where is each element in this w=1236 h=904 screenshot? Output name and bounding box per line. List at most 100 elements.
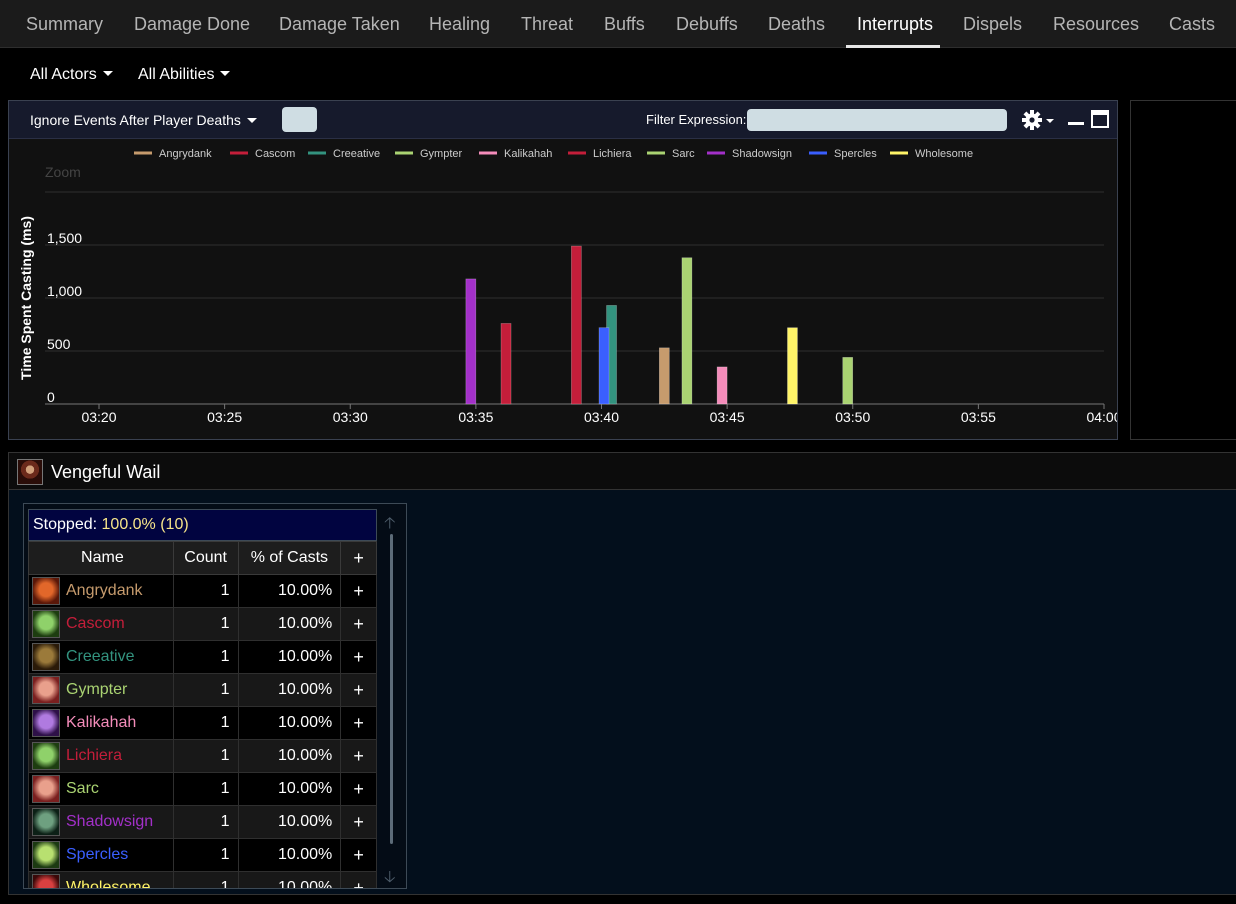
legend-item-gympter[interactable]: Gympter <box>395 148 463 160</box>
arrow-down-icon[interactable]: 🡣 <box>384 866 396 888</box>
cell-name[interactable]: Wholesome <box>28 871 174 888</box>
legend-label: Spercles <box>834 148 877 160</box>
chart-legend: Angrydank Cascom Creeative Gympter Kalikahah… <box>134 148 973 160</box>
tab-damage-taken[interactable]: Damage Taken <box>279 0 400 48</box>
bar-gympter[interactable] <box>681 257 693 405</box>
cell-pct: 10.00% <box>237 739 342 773</box>
table-row[interactable]: Gympter 1 10.00% + <box>28 673 377 707</box>
table-row[interactable]: Spercles 1 10.00% + <box>28 838 377 872</box>
table-row[interactable]: Cascom 1 10.00% + <box>28 607 377 641</box>
table-row[interactable]: Wholesome 1 10.00% + <box>28 871 377 888</box>
table-row[interactable]: Kalikahah 1 10.00% + <box>28 706 377 740</box>
tab-damage-done[interactable]: Damage Done <box>134 0 250 48</box>
expand-row-button[interactable]: + <box>340 871 377 888</box>
tab-healing[interactable]: Healing <box>429 0 490 48</box>
table-scrollbar[interactable]: 🡡 🡣 <box>382 512 402 886</box>
tab-summary[interactable]: Summary <box>26 0 103 48</box>
expand-row-button[interactable]: + <box>340 805 377 839</box>
legend-item-cascom[interactable]: Cascom <box>230 148 295 160</box>
cell-name[interactable]: Cascom <box>28 607 174 641</box>
tab-resources[interactable]: Resources <box>1053 0 1139 48</box>
legend-item-angrydank[interactable]: Angrydank <box>134 148 212 160</box>
report-tabs: Summary Damage Done Damage Taken Healing… <box>0 0 1236 48</box>
bar-sarc[interactable] <box>842 357 854 405</box>
legend-item-wholesome[interactable]: Wholesome <box>890 148 973 160</box>
scroll-thumb[interactable] <box>390 534 393 844</box>
bar-angrydank[interactable] <box>659 347 670 405</box>
actors-dropdown[interactable]: All Actors <box>30 66 113 84</box>
chart-bars <box>465 245 854 405</box>
tab-dispels[interactable]: Dispels <box>963 0 1022 48</box>
tab-casts[interactable]: Casts <box>1169 0 1215 48</box>
table-row[interactable]: Lichiera 1 10.00% + <box>28 739 377 773</box>
column-header-pct[interactable]: % of Casts <box>237 541 342 575</box>
legend-item-kalikahah[interactable]: Kalikahah <box>479 148 552 160</box>
expand-row-button[interactable]: + <box>340 673 377 707</box>
bar-spercles[interactable] <box>598 327 610 405</box>
tab-interrupts[interactable]: Interrupts <box>857 0 933 48</box>
cell-name[interactable]: Spercles <box>28 838 174 872</box>
cell-pct: 10.00% <box>237 871 342 888</box>
cell-name[interactable]: Kalikahah <box>28 706 174 740</box>
legend-item-sarc[interactable]: Sarc <box>647 148 695 160</box>
cell-name[interactable]: Sarc <box>28 772 174 806</box>
legend-item-spercles[interactable]: Spercles <box>809 148 877 160</box>
column-header-expand[interactable]: + <box>340 541 377 575</box>
actor-name[interactable]: Sarc <box>66 780 99 797</box>
cell-name[interactable]: Lichiera <box>28 739 174 773</box>
actor-name[interactable]: Wholesome <box>66 879 150 888</box>
expand-row-button[interactable]: + <box>340 640 377 674</box>
column-header-name[interactable]: Name <box>28 541 174 575</box>
expand-row-button[interactable]: + <box>340 772 377 806</box>
cell-name[interactable]: Shadowsign <box>28 805 174 839</box>
bar-wholesome[interactable] <box>787 327 798 405</box>
death-knight-icon <box>32 742 60 770</box>
expand-row-button[interactable]: + <box>340 574 377 608</box>
bar-lichiera[interactable] <box>571 245 582 405</box>
tab-deaths[interactable]: Deaths <box>768 0 825 48</box>
table-row[interactable]: Sarc 1 10.00% + <box>28 772 377 806</box>
bar-shadowsign[interactable] <box>465 278 477 405</box>
bar-kalikahah[interactable] <box>716 366 728 405</box>
cell-name[interactable]: Creeative <box>28 640 174 674</box>
abilities-dropdown[interactable]: All Abilities <box>138 66 231 84</box>
filter-expression-input[interactable] <box>747 109 1007 131</box>
actor-name[interactable]: Creeative <box>66 648 134 665</box>
gear-icon[interactable] <box>1021 107 1057 133</box>
tab-debuffs[interactable]: Debuffs <box>676 0 738 48</box>
cell-name[interactable]: Gympter <box>28 673 174 707</box>
legend-item-creeative[interactable]: Creeative <box>308 148 380 160</box>
legend-label: Shadowsign <box>732 148 792 160</box>
death-knight-icon <box>32 610 60 638</box>
actor-name[interactable]: Gympter <box>66 681 127 698</box>
actor-name[interactable]: Kalikahah <box>66 714 136 731</box>
tab-buffs[interactable]: Buffs <box>604 0 645 48</box>
expand-row-button[interactable]: + <box>340 739 377 773</box>
options-toggle[interactable] <box>282 107 317 132</box>
tab-threat[interactable]: Threat <box>521 0 573 48</box>
expand-row-button[interactable]: + <box>340 706 377 740</box>
zoom-label[interactable]: Zoom <box>45 164 81 180</box>
expand-row-button[interactable]: + <box>340 838 377 872</box>
table-row[interactable]: Shadowsign 1 10.00% + <box>28 805 377 839</box>
minimize-icon[interactable] <box>1067 109 1085 129</box>
legend-label: Cascom <box>255 148 295 160</box>
interrupts-table-box: Stopped: 100.0% (10) Name Count % of Cas… <box>23 503 407 889</box>
ignore-deaths-dropdown[interactable]: Ignore Events After Player Deaths <box>30 112 257 128</box>
expand-row-button[interactable]: + <box>340 607 377 641</box>
bar-cascom[interactable] <box>500 323 512 405</box>
column-header-count[interactable]: Count <box>172 541 239 575</box>
casts-table: Name Count % of Casts + Angrydank 1 10.00%… <box>28 541 377 888</box>
cell-count: 1 <box>172 871 239 888</box>
actor-name[interactable]: Spercles <box>66 846 128 863</box>
actor-name[interactable]: Cascom <box>66 615 125 632</box>
legend-item-shadowsign[interactable]: Shadowsign <box>707 148 792 160</box>
maximize-icon[interactable] <box>1091 110 1109 128</box>
legend-item-lichiera[interactable]: Lichiera <box>568 148 632 160</box>
cell-name[interactable]: Angrydank <box>28 574 174 608</box>
actor-name[interactable]: Lichiera <box>66 747 122 764</box>
actor-name[interactable]: Shadowsign <box>66 813 153 830</box>
table-row[interactable]: Creeative 1 10.00% + <box>28 640 377 674</box>
table-row[interactable]: Angrydank 1 10.00% + <box>28 574 377 608</box>
actor-name[interactable]: Angrydank <box>66 582 143 599</box>
